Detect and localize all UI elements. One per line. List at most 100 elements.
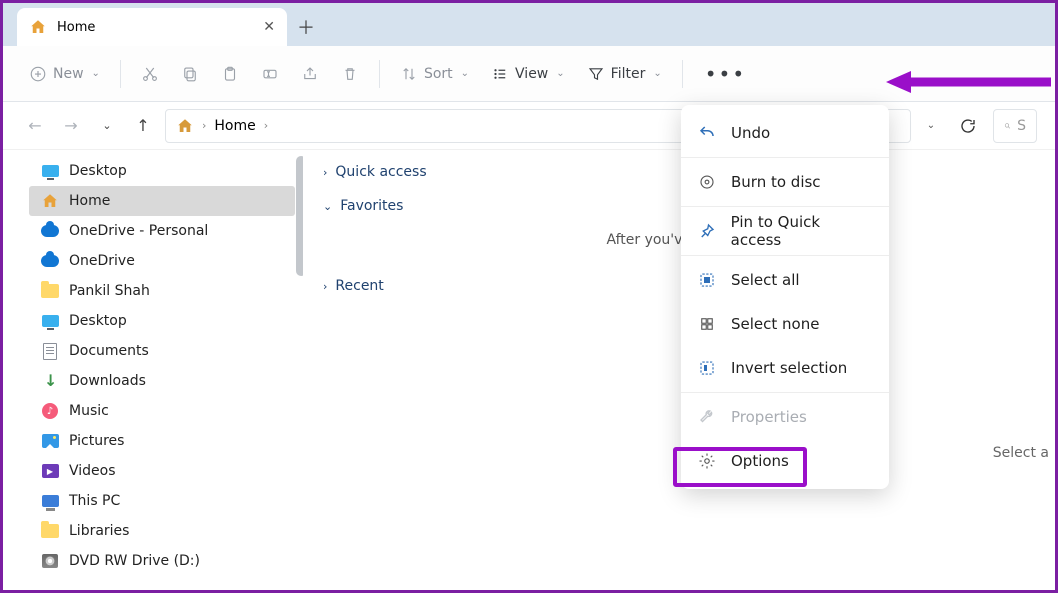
sidebar-item-videos[interactable]: ▶Videos — [29, 456, 295, 486]
dvd-icon — [41, 552, 59, 570]
menu-label: Undo — [731, 124, 770, 142]
sidebar-item-label: Pictures — [69, 433, 124, 449]
section-label: Favorites — [340, 198, 403, 214]
menu-options[interactable]: Options — [681, 439, 889, 483]
sidebar-item-user-folder[interactable]: Pankil Shah — [29, 276, 295, 306]
chevron-down-icon: ⌄ — [323, 200, 332, 213]
chevron-down-icon: ⌄ — [461, 68, 469, 79]
tab-bar: Home ✕ ＋ — [3, 3, 1055, 46]
address-dropdown[interactable]: ⌄ — [919, 120, 943, 131]
menu-select-none[interactable]: Select none — [681, 302, 889, 346]
sidebar-item-desktop[interactable]: Desktop — [29, 156, 295, 186]
copy-icon — [181, 65, 199, 83]
more-button[interactable]: ••• — [695, 62, 756, 86]
menu-undo[interactable]: Undo — [681, 111, 889, 155]
delete-button[interactable] — [333, 56, 367, 92]
plus-circle-icon — [29, 65, 47, 83]
search-icon — [1004, 119, 1011, 133]
sidebar-item-downloads[interactable]: Downloads — [29, 366, 295, 396]
sidebar-item-label: This PC — [69, 493, 120, 509]
sort-button[interactable]: Sort ⌄ — [392, 56, 477, 92]
sidebar-item-libraries[interactable]: Libraries — [29, 516, 295, 546]
menu-label: Properties — [731, 408, 807, 426]
sort-label: Sort — [424, 66, 453, 82]
cloud-icon — [41, 252, 59, 270]
sidebar-item-documents[interactable]: Documents — [29, 336, 295, 366]
back-button[interactable]: ← — [21, 112, 49, 140]
sidebar-item-desktop-2[interactable]: Desktop — [29, 306, 295, 336]
chevron-right-icon: › — [323, 280, 327, 293]
menu-select-all[interactable]: Select all — [681, 258, 889, 302]
filter-button[interactable]: Filter ⌄ — [579, 56, 670, 92]
view-button[interactable]: View ⌄ — [483, 56, 573, 92]
document-icon — [41, 342, 59, 360]
folder-icon — [41, 522, 59, 540]
filter-icon — [587, 65, 605, 83]
divider — [682, 60, 683, 88]
new-tab-button[interactable]: ＋ — [287, 8, 325, 46]
chevron-right-icon: › — [323, 166, 327, 179]
sidebar-item-label: Pankil Shah — [69, 283, 150, 299]
sidebar-item-label: OneDrive — [69, 253, 135, 269]
new-label: New — [53, 66, 84, 82]
menu-burn[interactable]: Burn to disc — [681, 160, 889, 204]
address-row: ← → ⌄ ↑ › Home › ⌄ S — [3, 102, 1055, 150]
rename-icon — [261, 65, 279, 83]
search-input[interactable]: S — [993, 109, 1037, 143]
section-recent[interactable]: ›Recent — [323, 278, 1035, 294]
section-quick-access[interactable]: › Quick access — [323, 164, 1035, 180]
cloud-icon — [41, 222, 59, 240]
sidebar-item-label: Libraries — [69, 523, 129, 539]
paste-button[interactable] — [213, 56, 247, 92]
cut-button[interactable] — [133, 56, 167, 92]
menu-divider — [681, 206, 889, 207]
sidebar-item-label: Downloads — [69, 373, 146, 389]
up-button[interactable]: ↑ — [129, 112, 157, 140]
new-button[interactable]: New ⌄ — [21, 56, 108, 92]
forward-button[interactable]: → — [57, 112, 85, 140]
section-label: Quick access — [335, 164, 426, 180]
home-icon — [41, 192, 59, 210]
breadcrumb-separator-icon: › — [202, 119, 206, 132]
sidebar-item-onedrive[interactable]: OneDrive — [29, 246, 295, 276]
share-button[interactable] — [293, 56, 327, 92]
recent-locations-button[interactable]: ⌄ — [93, 112, 121, 140]
sidebar-scrollbar[interactable] — [296, 156, 303, 276]
menu-label: Select all — [731, 271, 800, 289]
sidebar-item-music[interactable]: ♪ Music — [29, 396, 295, 426]
screen-icon — [41, 312, 59, 330]
sidebar-item-label: Music — [69, 403, 109, 419]
sidebar-item-home[interactable]: Home — [29, 186, 295, 216]
menu-label: Burn to disc — [731, 173, 821, 191]
menu-invert-selection[interactable]: Invert selection — [681, 346, 889, 390]
sidebar-item-pictures[interactable]: Pictures — [29, 426, 295, 456]
copy-button[interactable] — [173, 56, 207, 92]
divider — [379, 60, 380, 88]
section-favorites[interactable]: ⌄ Favorites — [323, 198, 1035, 214]
refresh-button[interactable] — [951, 109, 985, 143]
share-icon — [301, 65, 319, 83]
breadcrumb-current: Home — [214, 118, 255, 134]
menu-pin[interactable]: Pin to Quick access — [681, 209, 889, 253]
close-tab-icon[interactable]: ✕ — [263, 19, 275, 35]
menu-label: Pin to Quick access — [731, 213, 873, 249]
sidebar-item-dvd-drive[interactable]: DVD RW Drive (D:) — [29, 546, 295, 576]
select-none-icon — [697, 314, 717, 334]
chevron-down-icon: ⌄ — [556, 68, 564, 79]
sidebar-item-label: OneDrive - Personal — [69, 223, 208, 239]
details-hint: Select a — [993, 445, 1049, 461]
sidebar-item-onedrive-personal[interactable]: OneDrive - Personal — [29, 216, 295, 246]
sidebar-item-label: Documents — [69, 343, 149, 359]
view-label: View — [515, 66, 548, 82]
menu-divider — [681, 255, 889, 256]
select-all-icon — [697, 270, 717, 290]
menu-label: Invert selection — [731, 359, 847, 377]
rename-button[interactable] — [253, 56, 287, 92]
pc-icon — [41, 492, 59, 510]
menu-divider — [681, 392, 889, 393]
folder-icon — [41, 282, 59, 300]
home-icon — [29, 18, 47, 36]
tab-home[interactable]: Home ✕ — [17, 8, 287, 46]
sidebar-item-this-pc[interactable]: This PC — [29, 486, 295, 516]
music-icon: ♪ — [41, 402, 59, 420]
